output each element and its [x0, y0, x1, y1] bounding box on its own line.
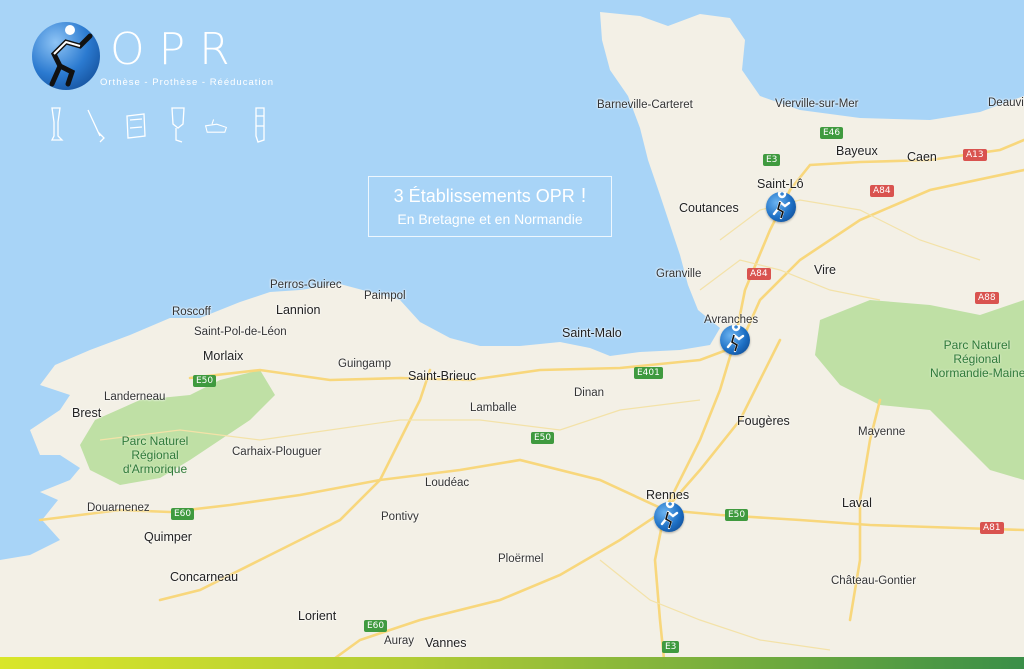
road-shield-e401: E401 [634, 367, 663, 379]
city-ploermel: Ploërmel [498, 553, 544, 565]
city-brest: Brest [72, 406, 102, 420]
prosthetic-leg-icon [50, 107, 64, 141]
banner-headline-text: 3 Établissements OPR [393, 186, 575, 206]
city-lannion: Lannion [276, 303, 321, 317]
city-auray: Auray [384, 635, 415, 647]
city-chateau: Château-Gontier [831, 575, 917, 587]
runner-icon [660, 502, 679, 530]
park-label-armorique: Parc Naturel Régional d'Armorique [121, 434, 189, 476]
banner-headline: 3 Établissements OPR! [369, 185, 611, 208]
location-marker-avranches[interactable] [720, 325, 750, 355]
city-lamballe: Lamballe [470, 402, 517, 414]
city-perros: Perros-Guirec [270, 279, 342, 291]
city-landerneau: Landerneau [104, 391, 166, 403]
city-dinan: Dinan [574, 387, 605, 399]
city-rennes: Rennes [646, 488, 690, 502]
road-shield-a84-top: A84 [870, 185, 894, 197]
city-douarnenez: Douarnenez [87, 502, 150, 514]
road-shield-e50-rennes: E50 [725, 509, 749, 521]
road-shield-e3-top: E3 [763, 154, 781, 166]
location-marker-rennes[interactable] [654, 502, 684, 532]
park-label-normandie: Parc Naturel Régional Normandie-Maine [930, 338, 1024, 380]
city-fougeres: Fougères [737, 414, 790, 428]
road-shield-e46: E46 [820, 127, 844, 139]
road-shield-a84-mid: A84 [747, 268, 771, 280]
city-loudeac: Loudéac [425, 477, 470, 489]
road-shield-a88: A88 [975, 292, 999, 304]
city-vannes: Vannes [425, 636, 467, 650]
city-quimper: Quimper [144, 530, 192, 544]
city-stbrieuc: Saint-Brieuc [408, 369, 477, 383]
road-shield-a13: A13 [963, 149, 987, 161]
runner-icon [772, 192, 791, 220]
city-morlaix: Morlaix [203, 349, 244, 363]
leg-brace-icon [255, 107, 265, 143]
bottom-gradient-bar [0, 657, 1024, 669]
brace-icon [126, 113, 146, 139]
banner-subline: En Bretagne et en Normandie [397, 211, 583, 227]
city-guingamp: Guingamp [338, 358, 392, 370]
crutch-icon [87, 109, 105, 143]
city-pontivy: Pontivy [381, 511, 419, 523]
city-laval: Laval [842, 496, 872, 510]
logo-globe [32, 22, 100, 90]
city-paimpol: Paimpol [364, 290, 406, 302]
runner-icon [726, 325, 745, 353]
brand-logo[interactable]: OPR Orthèse - Prothèse - Rééducation [30, 14, 290, 104]
city-stpol: Saint-Pol-de-Léon [194, 326, 287, 338]
banner-exclaim: ! [580, 185, 587, 207]
city-caen: Caen [907, 150, 937, 164]
road-shield-e50-lamballe: E50 [531, 432, 555, 444]
city-granville: Granville [656, 268, 702, 280]
city-vierville: Vierville-sur-Mer [775, 98, 859, 110]
city-deauville: Deauvil [988, 97, 1024, 109]
city-roscoff: Roscoff [172, 306, 211, 318]
city-saintlo: Saint-Lô [757, 177, 804, 191]
runner-icon [49, 25, 93, 87]
city-saintmalo: Saint-Malo [562, 326, 622, 340]
location-marker-saintlo[interactable] [766, 192, 796, 222]
road-shield-e60-south: E60 [364, 620, 388, 632]
city-vire: Vire [814, 263, 837, 277]
city-carhaix: Carhaix-Plouguer [232, 446, 322, 458]
city-barneville: Barneville-Carteret [597, 99, 693, 111]
city-mayenne: Mayenne [858, 426, 906, 438]
orthopedic-tools-row [44, 106, 274, 144]
road-shield-e3-bottom: E3 [662, 641, 680, 653]
city-coutances: Coutances [679, 201, 739, 215]
logo-title: OPR [110, 24, 244, 75]
city-bayeux: Bayeux [836, 144, 878, 158]
ankle-foot-icon [204, 119, 228, 133]
city-lorient: Lorient [298, 609, 337, 623]
logo-subtitle: Orthèse - Prothèse - Rééducation [100, 77, 275, 88]
road-shield-e50-morlaix: E50 [193, 375, 217, 387]
road-shield-e60-west: E60 [171, 508, 195, 520]
knee-orthosis-icon [171, 107, 185, 143]
city-concarneau: Concarneau [170, 570, 239, 584]
road-shield-a81: A81 [980, 522, 1004, 534]
establishments-banner: 3 Établissements OPR! En Bretagne et en … [368, 176, 612, 237]
